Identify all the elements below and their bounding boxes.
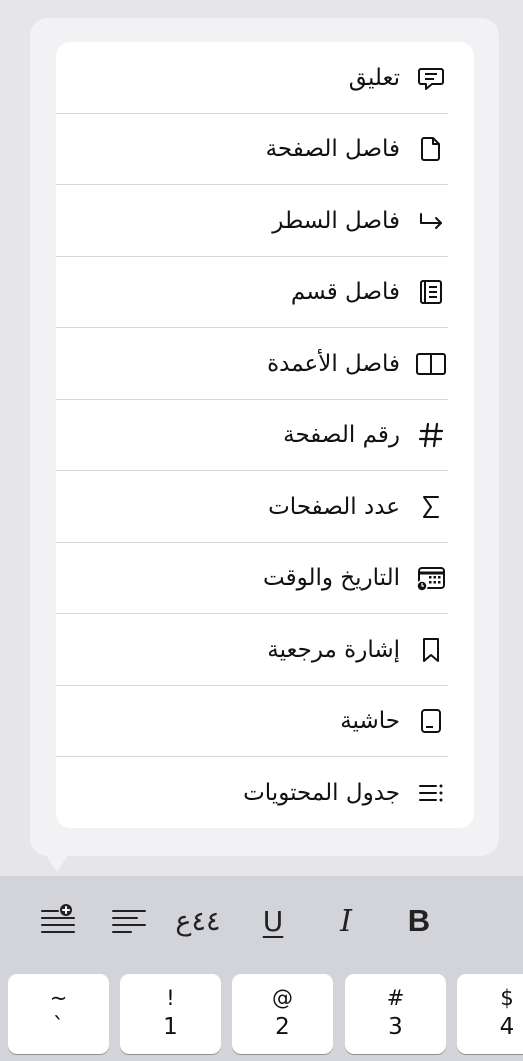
menu-item-page-break[interactable]: فاصل الصفحة (56, 114, 474, 185)
menu-item-label: رقم الصفحة (283, 422, 400, 449)
align-button[interactable] (106, 898, 152, 944)
key-3[interactable]: # 3 (345, 974, 446, 1054)
italic-button[interactable]: I (323, 898, 369, 944)
numbers-button[interactable]: ٤٤ع (175, 898, 221, 944)
key-char: ` (52, 1014, 65, 1040)
menu-item-label: فاصل السطر (272, 207, 400, 234)
menu-item-column-break[interactable]: فاصل الأعمدة (56, 328, 474, 400)
hash-icon (414, 418, 448, 452)
align-left-icon (112, 910, 146, 933)
section-break-icon (414, 275, 448, 309)
insert-menu: تعليق فاصل الصفحة فاصل السطر فاصل قسم فا… (56, 42, 474, 828)
italic-label: I (340, 903, 352, 939)
menu-item-label: التاريخ والوقت (263, 565, 400, 592)
menu-item-date-time[interactable]: التاريخ والوقت (56, 543, 474, 614)
bold-button[interactable]: B (396, 898, 442, 944)
menu-item-label: عدد الصفحات (268, 493, 400, 520)
popover-arrow (44, 852, 70, 872)
menu-item-page-number[interactable]: رقم الصفحة (56, 400, 474, 471)
key-shift-char: ! (166, 986, 175, 1010)
menu-item-footnote[interactable]: حاشية (56, 686, 474, 757)
menu-item-label: إشارة مرجعية (267, 636, 400, 663)
menu-item-comment[interactable]: تعليق (56, 42, 474, 114)
menu-item-section-break[interactable]: فاصل قسم (56, 257, 474, 328)
underline-label: U (262, 904, 284, 938)
key-2[interactable]: @ 2 (232, 974, 333, 1054)
format-toolbar: ٤٤ع U I B (0, 876, 523, 966)
key-char: 4 (499, 1014, 515, 1040)
key-char: 3 (388, 1014, 403, 1040)
key-shift-char: $ (500, 986, 514, 1010)
key-backtick[interactable]: ~ ` (8, 974, 109, 1054)
menu-item-table-of-contents[interactable]: جدول المحتويات (56, 757, 474, 828)
comment-icon (414, 61, 448, 95)
menu-item-label: فاصل قسم (290, 279, 400, 306)
footnote-icon (414, 704, 448, 738)
keyboard: ~ ` ! 1 @ 2 # 3 $ 4 (0, 966, 523, 1061)
key-shift-char: ~ (49, 986, 68, 1010)
bold-label: B (407, 903, 431, 938)
insert-button[interactable] (35, 898, 81, 944)
key-char: 2 (275, 1014, 290, 1040)
menu-item-label: فاصل الأعمدة (267, 350, 400, 377)
key-shift-char: # (386, 986, 405, 1010)
calendar-clock-icon (414, 561, 448, 595)
underline-button[interactable]: U (250, 898, 296, 944)
key-char: 1 (163, 1014, 178, 1040)
page-icon (414, 132, 448, 166)
menu-item-label: حاشية (340, 708, 400, 735)
toc-icon (414, 776, 448, 810)
bookmark-icon (414, 633, 448, 667)
line-break-icon (414, 204, 448, 238)
key-1[interactable]: ! 1 (120, 974, 221, 1054)
menu-item-label: جدول المحتويات (243, 779, 400, 806)
menu-item-label: فاصل الصفحة (265, 136, 400, 163)
column-break-icon (414, 347, 448, 381)
menu-item-bookmark[interactable]: إشارة مرجعية (56, 614, 474, 686)
page-count-icon (414, 490, 448, 524)
numbers-label: ٤٤ع (175, 905, 221, 937)
menu-item-page-count[interactable]: عدد الصفحات (56, 471, 474, 543)
key-shift-char: @ (272, 986, 293, 1010)
menu-item-label: تعليق (348, 64, 400, 91)
menu-item-line-break[interactable]: فاصل السطر (56, 185, 474, 257)
key-4[interactable]: $ 4 (457, 974, 523, 1054)
insert-list-plus-icon (41, 904, 75, 933)
